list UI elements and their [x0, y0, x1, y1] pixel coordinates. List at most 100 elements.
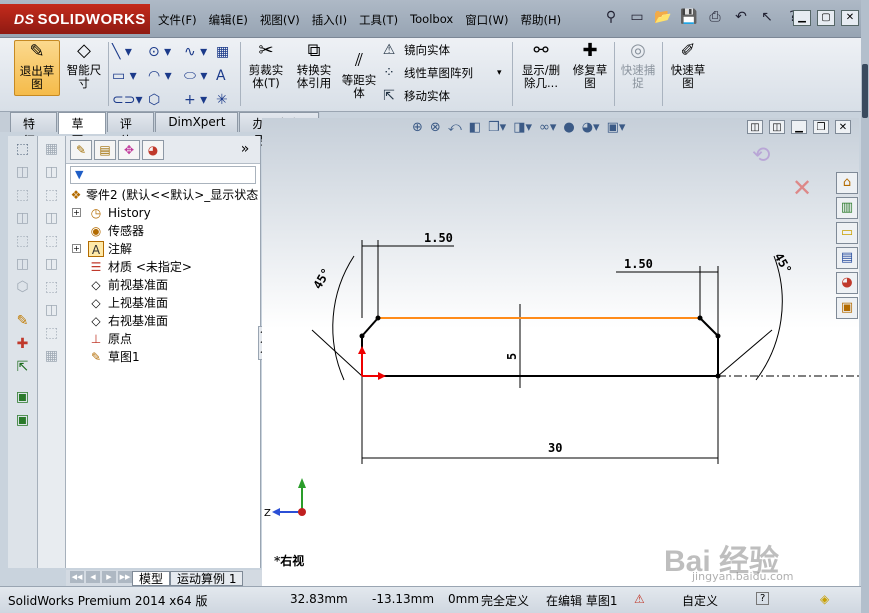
tag-icon[interactable]: ◈	[820, 592, 829, 606]
last-tab-icon[interactable]: ▶▶	[118, 571, 132, 583]
rapid-sketch-button[interactable]: ✐ 快速草图	[666, 40, 710, 90]
tree-item-origin[interactable]: ⊥ 原点	[66, 330, 260, 348]
sketch-point[interactable]	[697, 315, 703, 321]
sweep-icon[interactable]: ⬚	[13, 185, 33, 205]
trim-entities-button[interactable]: ✂ 剪裁实体(T)	[244, 40, 288, 90]
menu-toolbox[interactable]: Toolbox	[404, 8, 459, 32]
spline-icon[interactable]: ∿ ▾	[184, 42, 220, 62]
tree-item-history[interactable]: + ◷ History	[66, 204, 260, 222]
print-icon[interactable]: ⎙	[704, 6, 726, 28]
pin-icon[interactable]: ⚲	[600, 6, 622, 28]
save-icon[interactable]: 💾	[678, 6, 700, 28]
expand-more-icon[interactable]: »	[234, 140, 256, 160]
slot-icon[interactable]: ⊂⊃▾	[112, 90, 148, 110]
undo-icon[interactable]: ↶	[730, 6, 752, 28]
home-icon[interactable]: ⌂	[836, 172, 858, 194]
view-palette-icon[interactable]: ▤	[836, 247, 858, 269]
menu-view[interactable]: 视图(V)	[254, 8, 306, 32]
circle-icon[interactable]: ⊙ ▾	[148, 42, 184, 62]
open-folder-icon[interactable]: 📂	[652, 6, 674, 28]
next-tab-icon[interactable]: ▶	[102, 571, 116, 583]
polygon-icon[interactable]: ⬡	[148, 90, 184, 110]
smart-dimension-button[interactable]: ◇ 智能尺寸	[62, 40, 106, 90]
sketch-point[interactable]	[359, 333, 365, 339]
rebuild-icon[interactable]: ⚠	[634, 592, 645, 606]
hole-icon[interactable]: ◫	[42, 162, 62, 182]
restore-icon[interactable]: ▢	[817, 10, 835, 26]
offset-entities-button[interactable]: ⫽ 等距实体	[338, 50, 380, 100]
chamfer-icon[interactable]: ⬡	[13, 277, 33, 297]
convert-entities-button[interactable]: ⧉ 转换实体引用	[290, 40, 338, 90]
loft-icon[interactable]: ◫	[13, 208, 33, 228]
right-chamfer-edge[interactable]	[699, 317, 719, 337]
move-small-icon[interactable]: ⇱	[13, 357, 33, 377]
sketch-edit-icon[interactable]: ✎	[13, 311, 33, 331]
chevron-down-icon[interactable]: ▾	[497, 68, 502, 78]
layer-icon[interactable]: ▣	[13, 387, 33, 407]
sketch-point[interactable]	[375, 315, 381, 321]
cancel-sketch-icon[interactable]: ✕	[792, 174, 812, 202]
tree-root-part[interactable]: ❖ 零件2 (默认<<默认>_显示状态	[66, 186, 260, 204]
menu-file[interactable]: 文件(F)	[152, 8, 203, 32]
dimension-top-right[interactable]: 1.50	[624, 257, 653, 271]
line-icon[interactable]: ╲ ▾	[112, 42, 148, 62]
exit-sketch-corner-icon[interactable]: ⟲	[752, 143, 770, 168]
sketch-point[interactable]	[715, 373, 721, 379]
first-tab-icon[interactable]: ◀◀	[70, 571, 84, 583]
fillet-icon[interactable]: ◫	[13, 254, 33, 274]
shell-icon[interactable]: ⬚	[42, 185, 62, 205]
tree-item-material[interactable]: ☰ 材质 <未指定>	[66, 258, 260, 276]
dome-icon[interactable]: ◫	[42, 300, 62, 320]
display-manager-tab-icon[interactable]: ◕	[142, 140, 164, 160]
solidworks-logo[interactable]: DS SOLIDWORKS	[0, 4, 150, 34]
wrap-icon[interactable]: ⬚	[42, 323, 62, 343]
status-help-icon[interactable]: ?	[756, 592, 770, 605]
tree-item-front-plane[interactable]: ◇ 前视基准面	[66, 276, 260, 294]
repair-sketch-button[interactable]: ✚ 修复草图	[568, 40, 612, 90]
tab-sketch[interactable]: 草图	[58, 112, 106, 148]
layer-copy-icon[interactable]: ▣	[13, 410, 33, 430]
appearances-icon[interactable]: ◕	[836, 272, 858, 294]
point-icon[interactable]: + ▾	[184, 90, 220, 110]
design-library-icon[interactable]: ▥	[836, 197, 858, 219]
dimension-height[interactable]: 5	[505, 353, 519, 360]
mirror-feature-icon[interactable]: ⬚	[42, 277, 62, 297]
tree-item-sensors[interactable]: ◉ 传感器	[66, 222, 260, 240]
linear-pattern-button[interactable]: ⁘ 线性草图阵列 ▾	[380, 65, 502, 81]
text-icon[interactable]: A	[216, 66, 236, 86]
custom-properties-icon[interactable]: ▣	[836, 297, 858, 319]
cut-icon[interactable]: ⬚	[13, 231, 33, 251]
move-entities-button[interactable]: ⇱ 移动实体	[380, 88, 450, 104]
menu-help[interactable]: 帮助(H)	[515, 8, 568, 32]
grid-icon[interactable]: ▦	[42, 139, 62, 159]
draft-icon[interactable]: ⬚	[42, 231, 62, 251]
tab-features[interactable]: 特征	[10, 112, 58, 148]
menu-window[interactable]: 窗口(W)	[459, 8, 514, 32]
menu-edit[interactable]: 编辑(E)	[203, 8, 254, 32]
configuration-tab-icon[interactable]: ✥	[118, 140, 140, 160]
prev-tab-icon[interactable]: ◀	[86, 571, 100, 583]
new-document-icon[interactable]: ▭	[626, 6, 648, 28]
repair-small-icon[interactable]: ✚	[13, 334, 33, 354]
display-delete-relations-button[interactable]: ⚯ 显示/删除几...	[518, 40, 564, 90]
minimize-icon[interactable]: ▁	[793, 10, 811, 26]
property-manager-tab-icon[interactable]: ▤	[94, 140, 116, 160]
rib-icon[interactable]: ◫	[42, 208, 62, 228]
left-chamfer-edge[interactable]	[361, 317, 379, 337]
construction-geometry-icon[interactable]: ▦	[216, 42, 236, 62]
rectangle-icon[interactable]: ▭ ▾	[112, 66, 148, 86]
feature-tree-tab-icon[interactable]: ✎	[70, 140, 92, 160]
tab-evaluate[interactable]: 评估	[106, 112, 155, 148]
tab-model[interactable]: 模型	[132, 570, 171, 586]
table-icon[interactable]: ▦	[42, 346, 62, 366]
expand-icon[interactable]: +	[72, 244, 81, 253]
menu-insert[interactable]: 插入(I)	[306, 8, 353, 32]
tree-item-sketch1[interactable]: ✎ 草图1	[66, 348, 260, 366]
tab-dimxpert[interactable]: DimXpert	[155, 112, 239, 132]
extrude-icon[interactable]: ⬚	[13, 139, 33, 159]
tree-item-top-plane[interactable]: ◇ 上视基准面	[66, 294, 260, 312]
tree-item-annotations[interactable]: + A 注解	[66, 240, 260, 258]
dimension-width[interactable]: 30	[548, 441, 562, 455]
unit-system[interactable]: 自定义	[682, 592, 718, 609]
expand-icon[interactable]: +	[72, 208, 81, 217]
